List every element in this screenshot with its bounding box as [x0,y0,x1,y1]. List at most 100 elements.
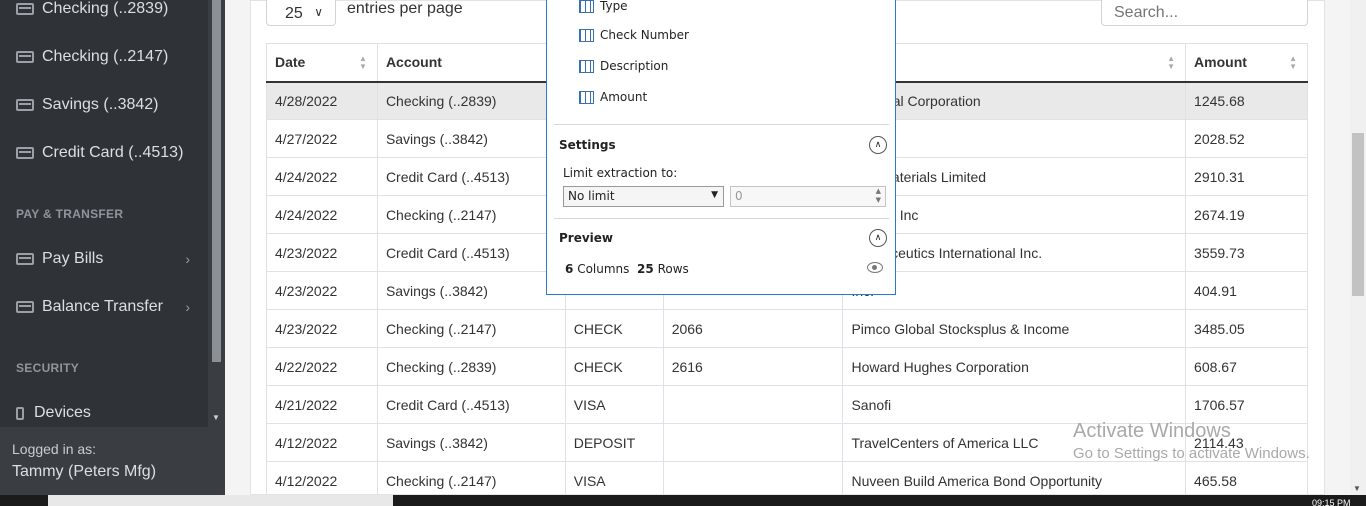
watermark-subtitle: Go to Settings to activate Windows. [1073,445,1310,462]
cell-amount: 1245.68 [1185,81,1308,120]
preview-columns-count: 6 [565,262,574,276]
limit-extraction-select[interactable]: No limit ▼ [563,186,724,207]
logged-in-user: Tammy (Peters Mfg) [12,463,157,480]
table-row[interactable]: 4/12/2022 Checking (..2147) VISA Nuveen … [266,461,1308,500]
activation-watermark: Activate Windows Go to Settings to activ… [1073,420,1310,462]
table-row[interactable]: 4/23/2022 Checking (..2147) CHECK 2066 P… [266,309,1308,348]
cell-check-number: 2066 [662,309,844,348]
column-header-amount[interactable]: Amount ▲ ▼ [1185,43,1308,83]
sidebar-item-balance-transfer[interactable]: Balance Transfer › [16,293,206,321]
taskbar: 09:15 PM [0,495,1366,506]
spinner-icon[interactable]: ▲ ▼ [876,187,881,205]
cell-check-number [662,385,844,424]
cell-account: Credit Card (..4513) [376,157,566,196]
sidebar-item-label: Checking (..2147) [42,48,169,65]
page-length-select[interactable]: 25 ∨ [266,0,336,26]
sidebar-item-label: Balance Transfer [42,298,163,315]
column-icon [579,0,594,13]
sidebar-item-devices[interactable]: Devices [16,399,206,427]
chevron-right-icon: › [185,299,190,315]
column-item-amount[interactable]: Amount [579,89,647,105]
cell-date: 4/22/2022 [266,347,378,386]
cell-type: DEPOSIT [564,423,664,462]
collapse-preview-button[interactable]: ∧ [869,229,887,247]
watermark-title: Activate Windows [1073,420,1231,442]
cell-date: 4/24/2022 [266,157,378,196]
cell-type: CHECK [564,347,664,386]
cell-account: Savings (..3842) [376,119,566,158]
cell-account: Savings (..3842) [376,271,566,310]
cell-check-number [662,461,844,500]
cell-amount: 465.58 [1185,461,1308,500]
column-item-label: Amount [600,90,648,104]
page-scrollbar-thumb[interactable] [1352,133,1364,296]
preview-rows-label: Rows [657,262,689,276]
phone-icon [16,406,24,420]
column-item-description[interactable]: Description [579,58,668,74]
divider [554,218,889,219]
cell-date: 4/21/2022 [266,385,378,424]
cell-date: 4/12/2022 [266,461,378,500]
cell-amount: 608.67 [1185,347,1308,386]
scroll-down-arrow-icon[interactable]: ▼ [212,413,220,422]
cell-amount: 1706.57 [1185,385,1308,424]
column-icon [579,28,594,42]
cell-amount: 2028.52 [1185,119,1308,158]
column-item-label: Check Number [600,28,689,42]
cell-description: Howard Hughes Corporation [842,347,1187,386]
cell-date: 4/23/2022 [266,309,378,348]
limit-number-value: 0 [735,189,743,203]
column-header-date[interactable]: Date ▲ ▼ [266,43,378,83]
cell-account: Credit Card (..4513) [376,385,566,424]
cell-description: Pimco Global Stocksplus & Income [842,309,1187,348]
cell-account: Checking (..2839) [376,347,566,386]
sidebar: Checking (..2839) Checking (..2147) Savi… [0,0,225,506]
cell-date: 4/28/2022 [266,81,378,120]
sort-icon: ▲▼ [359,54,367,71]
entries-per-page-label: entries per page [347,0,463,17]
column-header-account[interactable]: Account▲▼ [376,43,566,83]
sidebar-section-security: SECURITY [16,361,80,375]
cell-type: CHECK [564,309,664,348]
cell-date: 4/24/2022 [266,195,378,234]
card-icon [16,3,34,15]
cell-amount: 3485.05 [1185,309,1308,348]
sort-icon: ▲▼ [1167,54,1176,71]
table-row[interactable]: 4/21/2022 Credit Card (..4513) VISA Sano… [266,385,1308,424]
cell-date: 4/23/2022 [266,233,378,272]
logged-in-label: Logged in as: [12,441,97,457]
cell-description: Sanofi [842,385,1187,424]
sidebar-nav: Checking (..2839) Checking (..2147) Savi… [0,0,225,427]
sidebar-item-checking-2839[interactable]: Checking (..2839) [16,0,206,23]
sidebar-item-checking-2147[interactable]: Checking (..2147) [16,43,206,71]
cell-amount: 404.91 [1185,271,1308,310]
sidebar-scrollbar[interactable]: ▼ [208,0,225,427]
sidebar-scrollbar-thumb[interactable] [212,0,221,362]
limit-extraction-value: No limit [568,189,615,203]
collapse-settings-button[interactable]: ∧ [869,136,887,154]
column-item-type[interactable]: Type [579,0,628,14]
cell-description: Nuveen Build America Bond Opportunity [842,461,1187,500]
cell-account: Checking (..2147) [376,309,566,348]
cell-amount: 2910.31 [1185,157,1308,196]
limit-number-input[interactable]: 0 ▲ ▼ [730,186,886,207]
card-icon [16,51,34,63]
bill-icon [16,253,34,265]
sidebar-item-savings-3842[interactable]: Savings (..3842) [16,91,206,119]
scroll-down-arrow-icon[interactable]: ▼ [1353,484,1361,493]
column-item-check-number[interactable]: Check Number [579,27,689,43]
eye-icon[interactable] [867,262,883,273]
search-input[interactable] [1101,0,1308,26]
divider [554,124,889,125]
table-row[interactable]: 4/22/2022 Checking (..2839) CHECK 2616 H… [266,347,1308,386]
taskbar-clock: 09:15 PM [1312,498,1351,506]
cell-account: Checking (..2147) [376,195,566,234]
card-icon [16,99,34,111]
sidebar-item-pay-bills[interactable]: Pay Bills › [16,245,206,273]
cell-amount: 3559.73 [1185,233,1308,272]
sidebar-item-credit-card-4513[interactable]: Credit Card (..4513) [16,139,206,167]
settings-title: Settings [559,138,616,152]
money-icon [16,301,34,313]
taskbar-search[interactable] [48,495,393,506]
cell-account: Checking (..2839) [376,81,566,120]
